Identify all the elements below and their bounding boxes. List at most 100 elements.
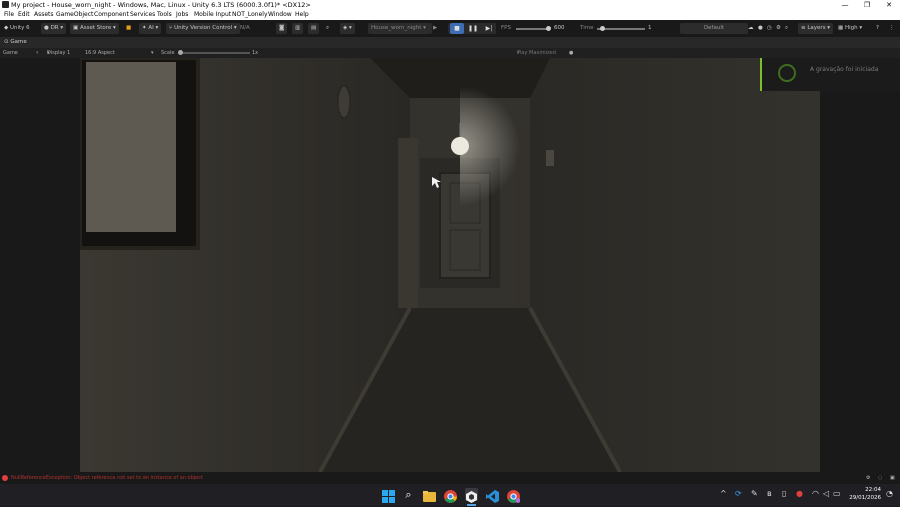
recording-icon (778, 64, 796, 82)
menu-assets[interactable]: Assets (34, 10, 54, 20)
unity-menu-button[interactable]: ◆ Unity 6 (4, 23, 30, 34)
scale-slider-handle[interactable] (178, 50, 183, 55)
vcs-status: N/A (240, 25, 250, 31)
settings-icon[interactable]: ⚙ (776, 23, 781, 34)
trash-icon[interactable]: ▥ (292, 23, 304, 34)
camera-icon[interactable]: ◙ (276, 23, 288, 34)
chrome-profile-icon[interactable] (507, 488, 521, 503)
main-toolbar: ◆ Unity 6 ● DR ▾ ▣ Asset Store ▾ ■ ✦ AI … (0, 20, 900, 37)
display-dropdown[interactable]: Display 1 ▾ (47, 48, 70, 58)
notifications-icon[interactable]: ◔ (886, 489, 893, 498)
error-icon (2, 475, 8, 481)
tray-expand-icon[interactable]: ^ (720, 489, 727, 498)
gizmo-dropdown[interactable]: ◈ ▾ (340, 23, 355, 34)
play-button[interactable]: ■ (450, 23, 464, 34)
menu-mobile-input[interactable]: Mobile Input (194, 10, 231, 20)
version-control-dropdown[interactable]: ⑂ Unity Version Control ▾ (166, 23, 240, 34)
recording-notification: A gravação foi iniciada (760, 58, 900, 91)
quality-dropdown[interactable]: ▦ High ▾ (838, 23, 862, 34)
progress-icon[interactable]: ◌ (878, 472, 882, 484)
menu-gameobject[interactable]: GameObject (56, 10, 93, 20)
scale-slider-track[interactable] (180, 52, 250, 54)
pause-button[interactable]: ❚❚ (466, 23, 480, 34)
pen-icon[interactable]: ✎ (751, 489, 758, 498)
clock-date[interactable]: 29/01/2026 (848, 495, 881, 501)
search-icon[interactable]: ⌕ (402, 488, 415, 501)
scale-value: 1x (252, 50, 259, 56)
vscode-icon[interactable] (486, 488, 499, 503)
sync-icon[interactable]: ⟳ (735, 489, 742, 498)
fps-value[interactable]: 600 (554, 23, 565, 34)
more-icon[interactable]: ⋮ (889, 23, 895, 34)
microphone-icon[interactable]: ● (796, 489, 803, 498)
view-dropdown-arrow[interactable]: ▾ (36, 48, 39, 58)
scene-dropdown[interactable]: House_worn_night ▾ (368, 23, 432, 34)
menu-file[interactable]: File (4, 10, 14, 20)
close-button[interactable]: ✕ (878, 0, 900, 10)
game-view-toolbar: Game ▾ Display 1 ▾ 16:9 Aspect ▾ Scale 1… (0, 48, 900, 58)
search-icon[interactable]: ⌕ (785, 23, 788, 34)
step-button[interactable]: ▶| (482, 23, 496, 34)
game-viewport[interactable]: A gravação foi iniciada (0, 58, 900, 472)
unity-icon[interactable] (465, 488, 478, 503)
window-title-bar: My project - House_worn_night - Windows,… (0, 0, 900, 10)
wifi-icon[interactable]: ◠ (812, 489, 819, 498)
aspect-dropdown-arrow[interactable]: ▾ (151, 48, 154, 58)
audio-icon[interactable]: ● (569, 48, 573, 58)
record-icon[interactable]: ● (758, 23, 763, 34)
fps-slider-track[interactable] (516, 28, 550, 30)
menu-edit[interactable]: Edit (18, 10, 30, 20)
volume-icon[interactable]: ◁ (823, 489, 829, 498)
battery-icon[interactable]: ▭ (833, 489, 841, 498)
debug-icon[interactable]: ⚙ (866, 472, 870, 484)
cart-icon: ▣ (73, 25, 80, 31)
error-message[interactable]: NullReferenceException: Object reference… (11, 472, 203, 484)
menu-window[interactable]: Window (268, 10, 292, 20)
history-icon[interactable]: ◷ (767, 23, 772, 34)
step-back-icon[interactable]: ▶ (433, 23, 437, 34)
zoom-icon[interactable]: ⌕ (326, 23, 329, 34)
bluetooth-icon[interactable]: ʙ (767, 489, 772, 498)
menu-jobs[interactable]: Jobs (176, 10, 188, 20)
minimize-button[interactable]: — (834, 0, 856, 10)
usb-icon[interactable]: ▯ (782, 489, 786, 498)
layout-dropdown[interactable]: Default (680, 23, 748, 34)
time-slider-handle[interactable] (600, 26, 605, 31)
window-title: My project - House_worn_night - Windows,… (11, 1, 311, 9)
play-controls: ■ ❚❚ ▶| (448, 23, 496, 34)
menu-component[interactable]: Component (94, 10, 129, 20)
menu-help[interactable]: Help (295, 10, 309, 20)
fps-slider-handle[interactable] (546, 26, 551, 31)
notification-text: A gravação foi iniciada (810, 66, 879, 73)
clock-time[interactable]: 22:04 (851, 487, 881, 493)
cloud-icon[interactable]: ☁ (748, 23, 754, 34)
scale-label: Scale (161, 50, 175, 56)
fps-label: FPS (501, 25, 511, 31)
play-mode-dropdown[interactable]: Play Maximized ▾ (517, 48, 556, 58)
layers-dropdown[interactable]: ≡ Layers ▾ (798, 23, 834, 34)
windows-taskbar: ⌕ ^ ⟳ ✎ ʙ ▯ ● ◠ ◁ ▭ 22:04 29/01/2026 ◔ (0, 484, 900, 506)
chrome-icon[interactable] (444, 488, 457, 503)
file-explorer-icon[interactable] (423, 488, 436, 502)
help-icon[interactable]: ? (876, 23, 879, 34)
menu-tools[interactable]: Tools (157, 10, 172, 20)
menu-not-lonely[interactable]: NOT_Lonely (232, 10, 268, 20)
windows-start-icon[interactable] (382, 488, 395, 503)
tab-game[interactable]: ⊙ Game (4, 37, 27, 48)
settings-icon[interactable]: ▣ (890, 472, 895, 484)
grid-icon: ▦ (838, 25, 845, 31)
menu-services[interactable]: Services (130, 10, 155, 20)
console-status-bar[interactable]: NullReferenceException: Object reference… (0, 472, 900, 484)
hallway-scene (80, 58, 820, 472)
account-dropdown[interactable]: ● DR ▾ (41, 23, 67, 34)
unity-logo-icon (2, 1, 9, 8)
time-value[interactable]: 1 (648, 23, 652, 34)
maximize-button[interactable]: ❐ (856, 0, 878, 10)
ai-dropdown[interactable]: ✦ AI ▾ (139, 23, 162, 34)
time-label: Time (580, 25, 594, 31)
game-tab-bar: ⊙ Game (0, 37, 900, 48)
game-scene-render (80, 58, 820, 472)
save-icon[interactable]: ▤ (308, 23, 320, 34)
asset-store-button[interactable]: ▣ Asset Store ▾ (70, 23, 119, 34)
package-icon[interactable]: ■ (126, 23, 131, 34)
